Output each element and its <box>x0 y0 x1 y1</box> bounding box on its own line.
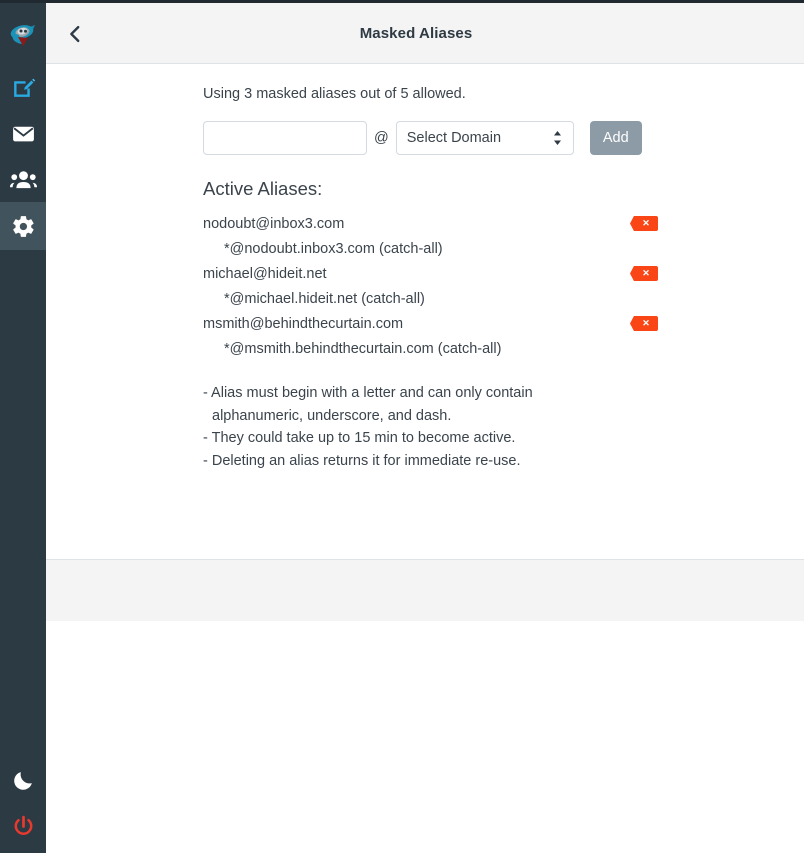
note-line-2: alphanumeric, underscore, and dash. <box>212 407 452 424</box>
sidebar-bottom-group <box>0 757 46 849</box>
add-button[interactable]: Add <box>589 121 642 155</box>
envelope-icon <box>11 121 36 146</box>
alias-row: msmith@behindthecurtain.com ✕ <box>203 312 658 337</box>
sidebar-item-logout[interactable] <box>0 803 46 849</box>
page-title: Masked Aliases <box>359 24 473 42</box>
compose-pencil-icon <box>11 75 36 100</box>
note-line-1: - Alias must begin with a letter and can… <box>203 385 533 401</box>
power-icon <box>11 814 36 839</box>
at-symbol: @ <box>374 130 389 146</box>
domain-select-wrap: Select Domain <box>395 121 574 155</box>
delete-alias-button[interactable]: ✕ <box>630 216 658 231</box>
active-aliases-heading: Active Aliases: <box>203 178 323 199</box>
delete-x-icon: ✕ <box>642 218 650 228</box>
main-panel: Masked Aliases Using 3 masked aliases ou… <box>46 3 804 853</box>
page-content: Using 3 masked aliases out of 5 allowed.… <box>46 64 804 621</box>
alias-input[interactable] <box>203 121 367 155</box>
alias-address: msmith@behindthecurtain.com <box>203 316 404 332</box>
footer-band <box>46 559 804 621</box>
alias-catchall: *@michael.hideit.net (catch-all) <box>224 291 425 307</box>
sidebar-item-dark-mode[interactable] <box>0 757 46 803</box>
domain-select[interactable]: Select Domain <box>395 121 574 155</box>
delete-x-icon: ✕ <box>642 318 650 328</box>
back-button[interactable] <box>56 15 94 53</box>
alias-address: nodoubt@inbox3.com <box>203 216 345 232</box>
delete-x-icon: ✕ <box>642 268 650 278</box>
people-icon <box>9 166 37 193</box>
app-root: Masked Aliases Using 3 masked aliases ou… <box>0 0 804 853</box>
add-alias-form: @ Select Domain Add <box>203 121 642 155</box>
alias-row: michael@hideit.net ✕ <box>203 262 658 287</box>
top-strip <box>0 0 804 3</box>
alias-list: nodoubt@inbox3.com ✕ *@nodoubt.inbox3.co… <box>203 212 658 362</box>
moon-icon <box>11 768 36 793</box>
note-line-4: - Deleting an alias returns it for immed… <box>203 452 521 469</box>
alias-row: nodoubt@inbox3.com ✕ <box>203 212 658 237</box>
sidebar-item-settings[interactable] <box>0 202 46 250</box>
alias-address: michael@hideit.net <box>203 266 327 282</box>
sidebar-item-compose[interactable] <box>0 64 46 110</box>
delete-alias-button[interactable]: ✕ <box>630 266 658 281</box>
alias-catchall: *@msmith.behindthecurtain.com (catch-all… <box>224 341 502 357</box>
spy-logo-icon <box>8 21 38 51</box>
sidebar-item-mail[interactable] <box>0 110 46 156</box>
chevron-left-icon <box>64 23 86 45</box>
notes-block: - Alias must begin with a letter and can… <box>203 382 533 472</box>
sidebar <box>0 0 46 853</box>
sidebar-item-contacts[interactable] <box>0 156 46 202</box>
gear-icon <box>11 214 36 239</box>
delete-alias-button[interactable]: ✕ <box>630 316 658 331</box>
page-header: Masked Aliases <box>46 3 804 64</box>
quota-text: Using 3 masked aliases out of 5 allowed. <box>203 86 466 102</box>
alias-catchall: *@nodoubt.inbox3.com (catch-all) <box>224 241 443 257</box>
sidebar-item-logo[interactable] <box>0 8 46 64</box>
note-line-3: - They could take up to 15 min to become… <box>203 430 516 446</box>
